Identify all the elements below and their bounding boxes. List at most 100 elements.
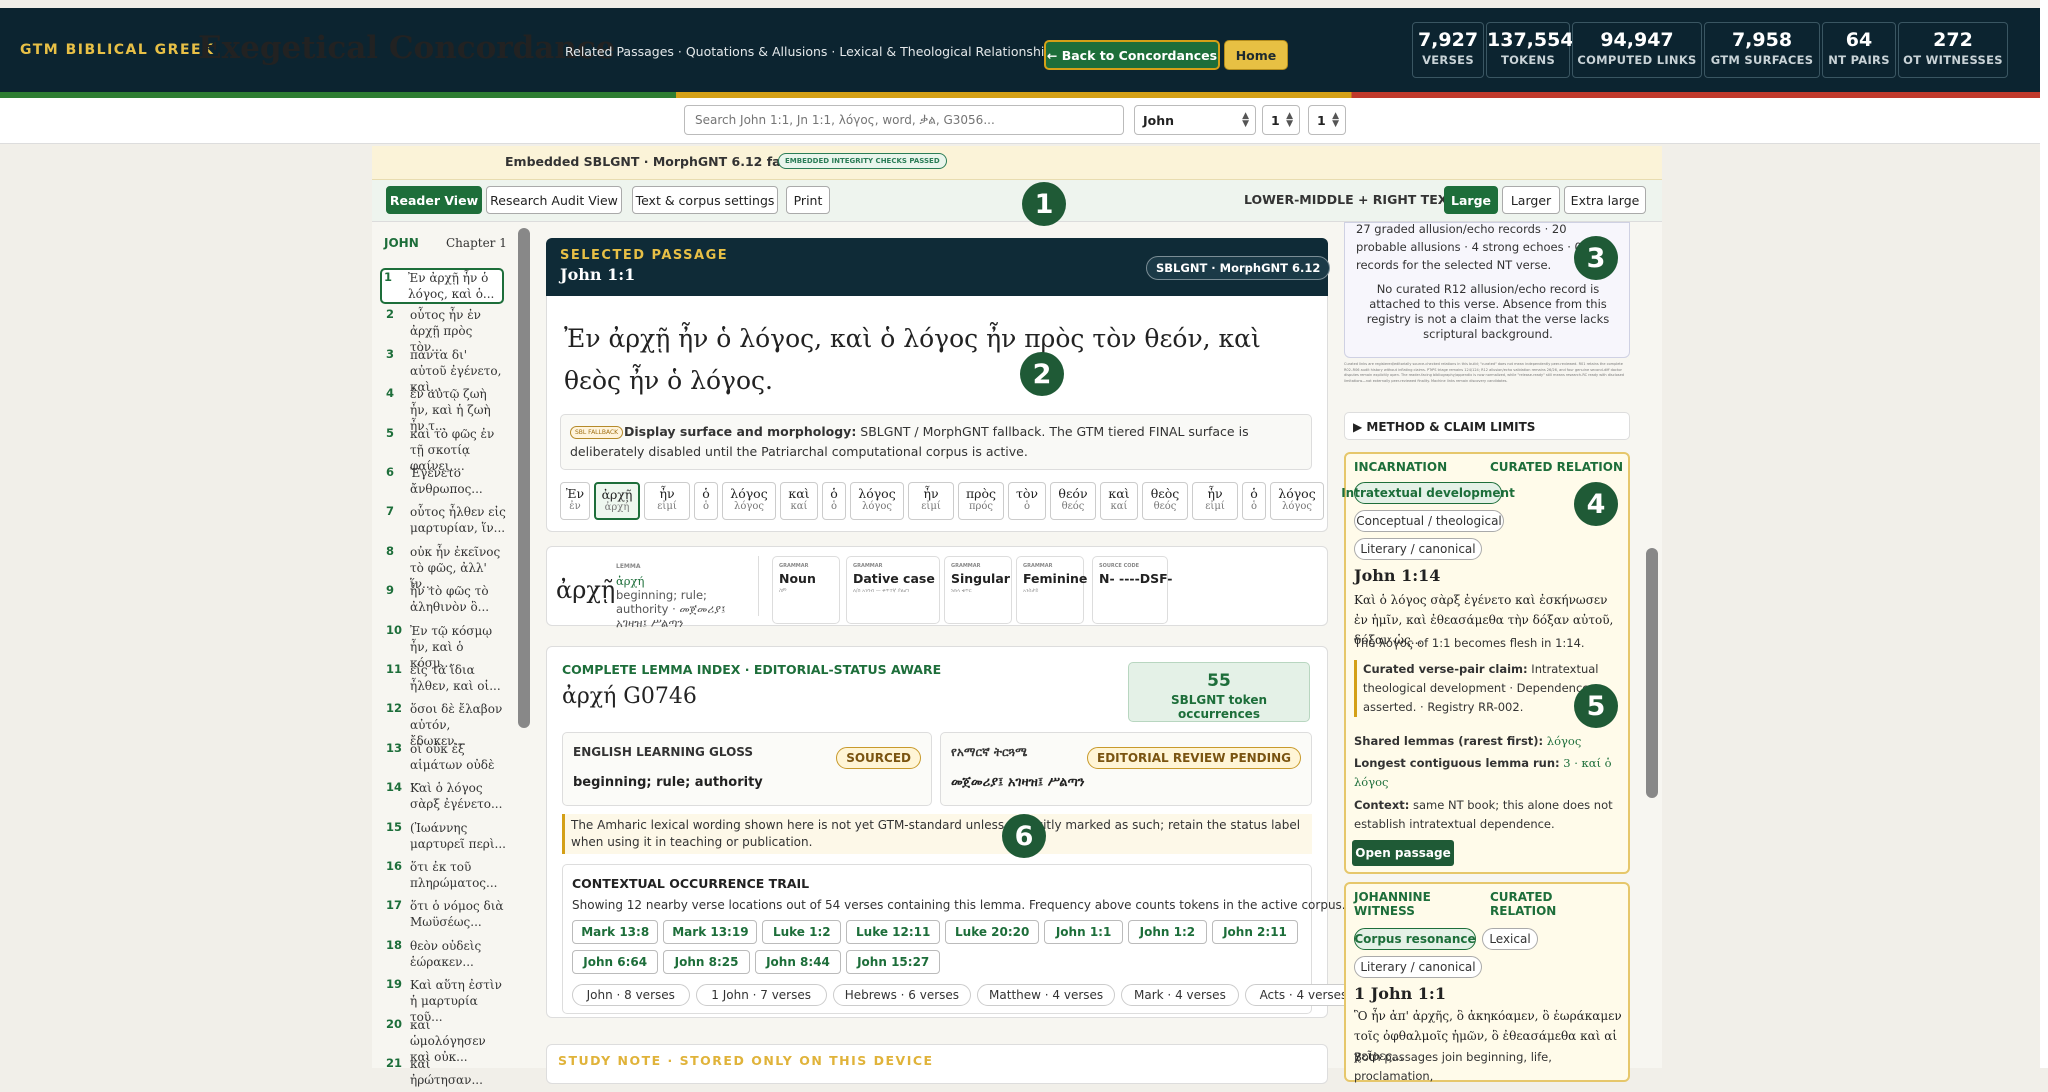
relation-context: Context: same NT book; this alone does n…: [1354, 798, 1613, 831]
book-select[interactable]: John ▲ ▼: [1134, 105, 1256, 135]
book-frequency-chip[interactable]: Hebrews · 6 verses: [832, 984, 971, 1006]
verse-select[interactable]: 1 ▲ ▼: [1308, 105, 1346, 135]
sidebar-verse-item[interactable]: 2 οὗτος ἦν ἐν ἀρχῇ πρὸς τὸν...: [384, 307, 502, 354]
token-button[interactable]: ἦν εἰμί: [1192, 482, 1238, 520]
sidebar-verse-item[interactable]: 18 θεὸν οὐδεὶς ἑώρακεν...: [384, 938, 502, 974]
book-frequency-chip[interactable]: 1 John · 7 verses: [695, 984, 827, 1006]
sidebar-verse-item[interactable]: 9 ἦν τὸ φῶς τὸ ἀληθινὸν ὃ...: [384, 583, 502, 619]
sidebar-verse-item[interactable]: 7 οὗτος ἦλθεν εἰς μαρτυρίαν, ἵν...: [384, 504, 506, 540]
sidebar-verse-item[interactable]: 17 ὅτι ὁ νόμος διὰ Μωϋσέως...: [384, 898, 504, 934]
lemma-form: ἀρχῇ: [556, 576, 616, 604]
relation-label: INCARNATION: [1354, 460, 1448, 474]
back-to-concordances-button[interactable]: ← Back to Concordances: [1044, 40, 1220, 70]
tag-literary[interactable]: Literary / canonical: [1354, 956, 1482, 978]
open-passage-button[interactable]: Open passage: [1352, 840, 1454, 866]
sidebar-verse-item[interactable]: 5 καὶ τὸ φῶς ἐν τῇ σκοτίᾳ φαίνει,...: [384, 426, 502, 473]
sidebar-verse-item[interactable]: 10 Ἐν τῷ κόσμῳ ἦν, καὶ ὁ κόσμ...: [384, 623, 502, 670]
english-gloss-box: ENGLISH LEARNING GLOSS SOURCED beginning…: [562, 732, 932, 806]
amharic-status-note: The Amharic lexical wording shown here i…: [562, 814, 1312, 854]
token-button[interactable]: καὶ καί: [1100, 482, 1138, 520]
reference-chip[interactable]: Mark 13:19: [663, 920, 758, 944]
token-button[interactable]: ὁὁ: [822, 482, 846, 520]
reference-chip[interactable]: John 8:25: [663, 950, 750, 974]
updown-icon: ▲ ▼: [1332, 111, 1339, 129]
sidebar-scrollbar[interactable]: [518, 228, 530, 728]
tag-corpus-resonance[interactable]: Corpus resonance: [1354, 928, 1476, 950]
sidebar-verse-item[interactable]: 21 καὶ ἠρώτησαν...: [384, 1056, 502, 1092]
reference-chip[interactable]: Luke 12:11: [846, 920, 941, 944]
token-button[interactable]: ὁὁ: [694, 482, 718, 520]
sidebar-verse-item[interactable]: 12 ὅσοι δὲ ἔλαβον αὐτόν, ἔδωκεν...: [384, 701, 502, 748]
sidebar-verse-item[interactable]: 20 καὶ ὡμολόγησεν καὶ οὐκ...: [384, 1017, 502, 1064]
research-audit-view-button[interactable]: Research Audit View: [486, 186, 622, 214]
home-button[interactable]: Home: [1224, 40, 1288, 70]
badge-3: 3: [1574, 236, 1618, 280]
lemma-meta: LEMMA ἀρχή beginning; rule; authority · …: [616, 563, 726, 630]
relation-label: JOHANNINE WITNESS: [1354, 890, 1431, 918]
token-button[interactable]: λόγος λόγος: [1270, 482, 1324, 520]
tag-literary[interactable]: Literary / canonical: [1354, 538, 1482, 560]
reference-chip[interactable]: Mark 13:8: [572, 920, 659, 944]
window-edge: [2040, 0, 2048, 1068]
chapter-select[interactable]: 1 ▲ ▼: [1262, 105, 1300, 135]
brand-subtitle: Related Passages · Quotations & Allusion…: [565, 44, 1059, 59]
amharic-gloss-box: የአማርኛ ትርጓሜ EDITORIAL REVIEW PENDING መጀመሪ…: [940, 732, 1312, 806]
sidebar-verse-item[interactable]: 15 (Ἰωάννης μαρτυρεῖ περὶ...: [384, 820, 506, 856]
token-button[interactable]: καὶ καί: [780, 482, 818, 520]
lemma-index-title: ἀρχή G0746: [562, 684, 697, 709]
book-frequency-chip[interactable]: Mark · 4 verses: [1121, 984, 1239, 1006]
token-button[interactable]: λόγος λόγος: [722, 482, 776, 520]
search-input[interactable]: [684, 105, 1124, 135]
tag-lexical[interactable]: Lexical: [1482, 928, 1538, 950]
tag-intratextual[interactable]: Intratextual development: [1341, 482, 1515, 504]
grammar-number: GRAMMAR Singular ነጠላ ቁጥር: [944, 556, 1012, 624]
relation-ref: 1 John 1:1: [1354, 984, 1446, 1003]
token-button[interactable]: τὸν ὁ: [1008, 482, 1046, 520]
sidebar-book: JOHN: [384, 236, 419, 250]
size-large-button[interactable]: Large: [1444, 186, 1498, 214]
book-frequency-chip[interactable]: Matthew · 4 verses: [977, 984, 1116, 1006]
print-button[interactable]: Print: [786, 186, 830, 214]
method-claim-limits-toggle[interactable]: ▶ METHOD & CLAIM LIMITS: [1344, 412, 1630, 440]
reference-chip[interactable]: Luke 1:2: [762, 920, 842, 944]
stat-verses: 7,927 VERSES: [1412, 22, 1484, 78]
right-panel-scrollbar[interactable]: [1646, 548, 1658, 798]
reference-chip[interactable]: John 8:44: [754, 950, 842, 974]
sidebar-verse-item[interactable]: 8 οὐκ ἦν ἐκεῖνος τὸ φῶς, ἀλλ' ἵν...: [384, 544, 502, 591]
reader-view-button[interactable]: Reader View: [386, 186, 482, 214]
grammar-case: GRAMMAR Dative case ለ/በ አገባብ — ቀጥተኛ ያልሆነ: [846, 556, 940, 624]
sidebar-verse-item[interactable]: 4 ἐν αὐτῷ ζωὴ ἦν, καὶ ἡ ζωὴ ἦν τ...: [384, 386, 502, 433]
token-button[interactable]: ἦν εἰμί: [644, 482, 690, 520]
sidebar-verse-item[interactable]: 13 οἳ οὐκ ἐξ αἱμάτων οὐδὲ ...: [384, 741, 502, 788]
token-button[interactable]: ἦν εἰμί: [908, 482, 954, 520]
updown-icon: ▲ ▼: [1242, 111, 1249, 129]
reference-chip[interactable]: John 1:1: [1044, 920, 1123, 944]
tag-conceptual[interactable]: Conceptual / theological: [1354, 510, 1504, 532]
reference-chip[interactable]: John 15:27: [846, 950, 941, 974]
book-frequency-chip[interactable]: John · 8 verses: [572, 984, 690, 1006]
token-button[interactable]: θεόν θεός: [1050, 482, 1096, 520]
sidebar-verse-item[interactable]: 16 ὅτι ἐκ τοῦ πληρώματος...: [384, 859, 502, 895]
token-button[interactable]: θεὸς θεός: [1142, 482, 1188, 520]
sidebar-verse-item[interactable]: 1 Ἐν ἀρχῇ ἦν ὁ λόγος, καὶ ὁ...: [380, 268, 504, 304]
token-button[interactable]: πρὸς πρός: [958, 482, 1004, 520]
sidebar-verse-item[interactable]: 6 Ἐγένετο ἄνθρωπος...: [384, 465, 502, 501]
token-button[interactable]: Ἐν ἐν: [560, 482, 590, 520]
token-button[interactable]: ὁὁ: [1242, 482, 1266, 520]
reference-chip[interactable]: John 2:11: [1211, 920, 1299, 944]
size-extra-large-button[interactable]: Extra large: [1564, 186, 1646, 214]
sidebar-verse-item[interactable]: 3 πάντα δι' αὐτοῦ ἐγένετο, καὶ...: [384, 347, 502, 394]
sidebar-verse-item[interactable]: 11 εἰς τὰ ἴδια ἦλθεν, καὶ οἱ...: [384, 662, 502, 698]
sidebar-verse-item[interactable]: 19 Καὶ αὕτη ἐστὶν ἡ μαρτυρία τοῦ...: [384, 977, 502, 1024]
reference-chip[interactable]: John 6:64: [572, 950, 659, 974]
reference-chip[interactable]: John 1:2: [1128, 920, 1207, 944]
size-larger-button[interactable]: Larger: [1502, 186, 1560, 214]
token-button[interactable]: λόγος λόγος: [850, 482, 904, 520]
reference-chip[interactable]: Luke 20:20: [945, 920, 1040, 944]
text-settings-button[interactable]: Text & corpus settings: [632, 186, 778, 214]
occurrence-trail-description: Showing 12 nearby verse locations out of…: [572, 898, 1346, 912]
sidebar-verse-item[interactable]: 14 Καὶ ὁ λόγος σὰρξ ἐγένετο...: [384, 780, 502, 816]
token-button[interactable]: ἀρχῇ ἀρχή: [594, 482, 640, 520]
stat-gtm-surfacess: 7,958 GTM SURFACES: [1704, 22, 1820, 78]
occurrence-count: 55 SBLGNT token occurrences: [1128, 662, 1310, 722]
